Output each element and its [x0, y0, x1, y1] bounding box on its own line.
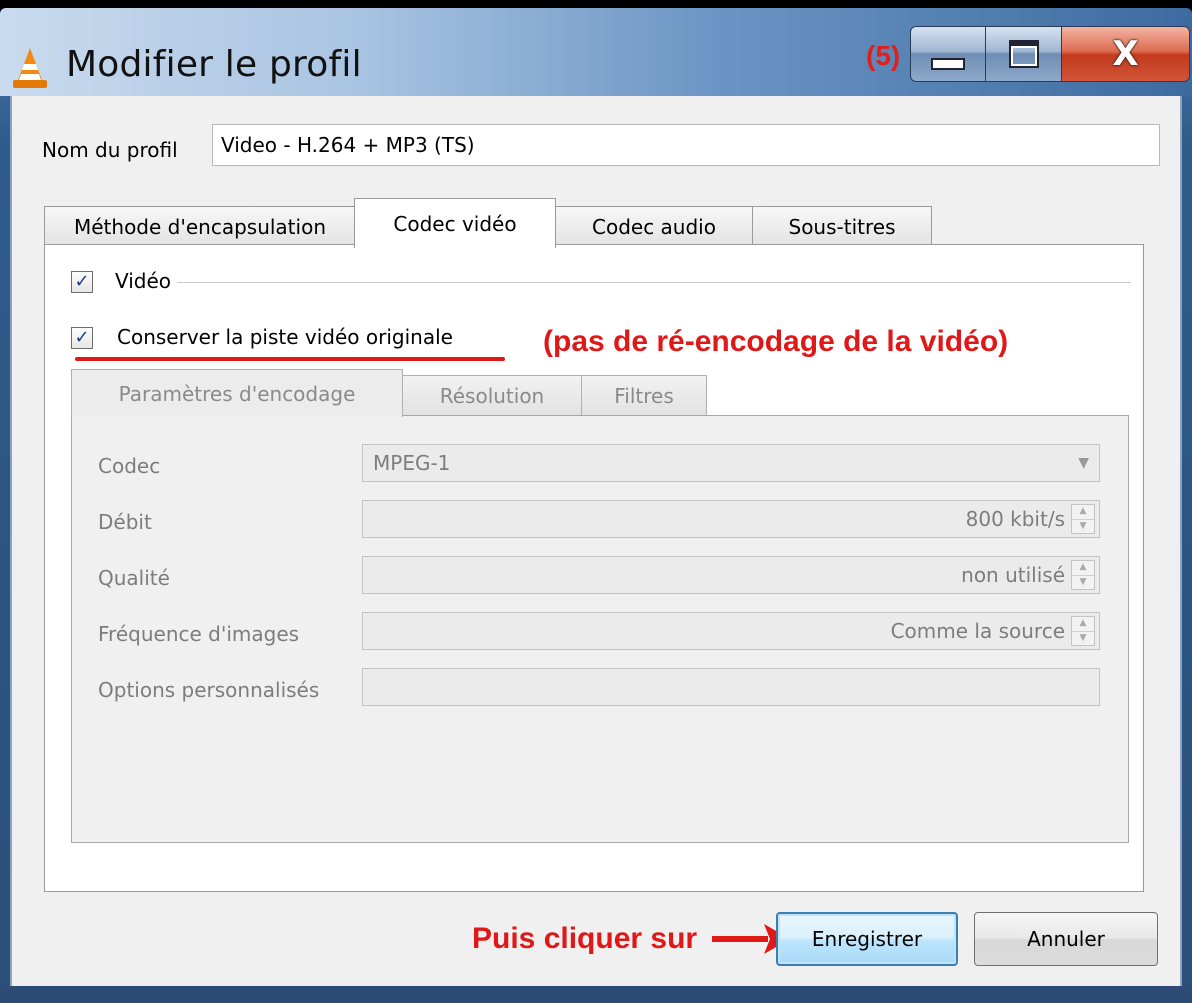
highlight-underline	[75, 357, 505, 361]
framerate-label: Fréquence d'images	[98, 622, 300, 646]
video-codec-panel: ✓ Vidéo ✓ Conserver la piste vidéo origi…	[44, 244, 1144, 892]
spin-arrows-icon[interactable]: ▲ ▼	[1071, 560, 1095, 590]
title-bar[interactable]: Modifier le profil (5) X	[0, 8, 1192, 96]
group-divider	[177, 282, 1131, 283]
maximize-icon	[1008, 40, 1039, 68]
no-reencode-annotation: (pas de ré-encodage de la vidéo)	[543, 325, 1009, 358]
window-title: Modifier le profil	[66, 44, 362, 85]
subtab-filters[interactable]: Filtres	[581, 375, 707, 415]
cancel-button[interactable]: Annuler	[974, 912, 1158, 966]
quality-spinbox[interactable]: non utilisé ▲ ▼	[362, 556, 1100, 594]
keep-original-label: Conserver la piste vidéo originale	[117, 325, 453, 349]
click-annotation: Puis cliquer sur	[472, 922, 698, 955]
codec-label: Codec	[98, 454, 161, 478]
close-button[interactable]: X	[1062, 26, 1190, 82]
vlc-cone-icon	[13, 48, 47, 88]
codec-value: MPEG-1	[373, 451, 451, 475]
minimize-icon	[931, 58, 965, 70]
subtab-resolution[interactable]: Résolution	[401, 375, 583, 415]
video-checkbox-label: Vidéo	[115, 269, 172, 293]
profile-name-input[interactable]	[212, 124, 1160, 166]
dialog-window: Modifier le profil (5) X Nom du profil M…	[0, 8, 1192, 1003]
tab-video-codec[interactable]: Codec vidéo	[354, 198, 556, 248]
profile-name-label: Nom du profil	[42, 138, 178, 162]
keep-original-checkbox[interactable]: ✓	[71, 327, 93, 349]
save-button[interactable]: Enregistrer	[776, 912, 958, 966]
tab-encapsulation[interactable]: Méthode d'encapsulation	[44, 206, 356, 246]
custom-options-input[interactable]	[362, 668, 1100, 706]
subtab-encoding-params[interactable]: Paramètres d'encodage	[71, 369, 403, 417]
spin-arrows-icon[interactable]: ▲ ▼	[1071, 504, 1095, 534]
encoding-params-panel: Codec MPEG-1 ▼ Débit 800 kbit/s ▲ ▼ Quali…	[71, 415, 1129, 843]
tab-subtitles[interactable]: Sous-titres	[752, 206, 932, 246]
maximize-button[interactable]	[986, 26, 1062, 82]
bitrate-label: Débit	[98, 510, 152, 534]
framerate-spinbox[interactable]: Comme la source ▲ ▼	[362, 612, 1100, 650]
tab-audio-codec[interactable]: Codec audio	[554, 206, 754, 246]
close-icon: X	[1112, 34, 1139, 74]
spin-arrows-icon[interactable]: ▲ ▼	[1071, 616, 1095, 646]
codec-select[interactable]: MPEG-1 ▼	[362, 444, 1100, 482]
quality-value: non utilisé	[961, 563, 1065, 587]
custom-options-label: Options personnalisés	[98, 678, 320, 702]
minimize-button[interactable]	[910, 26, 986, 82]
window-controls: X	[910, 26, 1190, 82]
quality-label: Qualité	[98, 566, 170, 590]
bitrate-value: 800 kbit/s	[965, 507, 1065, 531]
bitrate-spinbox[interactable]: 800 kbit/s ▲ ▼	[362, 500, 1100, 538]
chevron-down-icon: ▼	[1078, 455, 1089, 471]
step-annotation: (5)	[866, 40, 901, 71]
dialog-content: Nom du profil Méthode d'encapsulation Co…	[10, 96, 1182, 986]
video-checkbox[interactable]: ✓	[71, 271, 93, 293]
framerate-value: Comme la source	[890, 619, 1065, 643]
